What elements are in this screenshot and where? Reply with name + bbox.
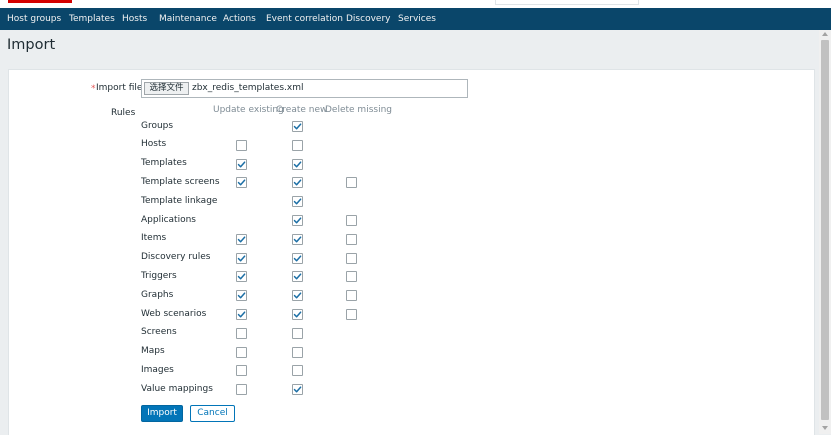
checkmark-icon bbox=[237, 179, 246, 186]
nav-item-discovery[interactable]: Discovery bbox=[346, 8, 390, 30]
checkbox-triggers-create-new[interactable] bbox=[292, 271, 303, 283]
import-form-panel bbox=[8, 69, 815, 435]
checkbox-items-update-existing[interactable] bbox=[236, 233, 247, 245]
rule-label-graphs: Graphs bbox=[141, 289, 174, 300]
selected-file-name: zbx_redis_templates.xml bbox=[192, 83, 304, 93]
checkbox-web-scenarios-delete-missing[interactable] bbox=[346, 309, 357, 320]
checkmark-icon bbox=[293, 123, 302, 130]
checkbox-templates-update-existing[interactable] bbox=[236, 158, 247, 170]
column-header-update-existing: Update existing bbox=[213, 105, 284, 115]
nav-item-services[interactable]: Services bbox=[398, 8, 436, 30]
checkbox-groups-create-new[interactable] bbox=[292, 121, 303, 132]
checkbox-template-screens-delete-missing[interactable] bbox=[346, 177, 357, 189]
checkmark-icon bbox=[293, 311, 302, 318]
checkmark-icon bbox=[237, 311, 246, 318]
zabbix-logo[interactable] bbox=[8, 0, 72, 3]
checkbox-graphs-update-existing[interactable] bbox=[236, 290, 247, 302]
nav-item-actions[interactable]: Actions bbox=[223, 8, 256, 30]
nav-item-host-groups[interactable]: Host groups bbox=[7, 8, 61, 30]
checkbox-items-create-new[interactable] bbox=[292, 233, 303, 245]
import-file-label: Import file bbox=[96, 83, 143, 93]
top-header bbox=[0, 0, 831, 8]
checkbox-triggers-delete-missing[interactable] bbox=[346, 271, 357, 283]
column-header-create-new: Create new bbox=[276, 105, 328, 115]
rule-label-templates: Templates bbox=[141, 158, 187, 169]
rule-label-groups: Groups bbox=[141, 120, 174, 131]
checkbox-graphs-delete-missing[interactable] bbox=[346, 290, 357, 302]
rule-label-template-screens: Template screens bbox=[141, 176, 220, 187]
checkbox-web-scenarios-update-existing[interactable] bbox=[236, 309, 247, 320]
checkbox-template-screens-create-new[interactable] bbox=[292, 177, 303, 189]
rule-label-maps: Maps bbox=[141, 346, 165, 357]
checkmark-icon bbox=[237, 255, 246, 262]
checkbox-items-delete-missing[interactable] bbox=[346, 233, 357, 245]
rules-label: Rules bbox=[111, 108, 136, 118]
checkbox-maps-create-new[interactable] bbox=[292, 346, 303, 358]
checkmark-icon bbox=[293, 198, 302, 205]
nav-item-event-correlation[interactable]: Event correlation bbox=[266, 8, 343, 30]
scrollbar-thumb[interactable] bbox=[821, 40, 829, 420]
checkmark-icon bbox=[293, 161, 302, 168]
checkbox-maps-update-existing[interactable] bbox=[236, 346, 247, 358]
rule-label-hosts: Hosts bbox=[141, 139, 167, 150]
checkbox-value-mappings-update-existing[interactable] bbox=[236, 384, 247, 396]
checkmark-icon bbox=[293, 236, 302, 243]
page-scrollbar[interactable] bbox=[819, 30, 831, 434]
checkmark-icon bbox=[293, 386, 302, 393]
rule-label-images: Images bbox=[141, 364, 174, 375]
checkbox-template-screens-update-existing[interactable] bbox=[236, 177, 247, 189]
checkbox-hosts-create-new[interactable] bbox=[292, 139, 303, 151]
nav-item-templates[interactable]: Templates bbox=[69, 8, 115, 30]
rule-label-items: Items bbox=[141, 233, 167, 244]
import-file-input[interactable]: 选择文件 zbx_redis_templates.xml bbox=[141, 79, 468, 98]
global-search-input[interactable] bbox=[495, 0, 639, 5]
import-button[interactable]: Import bbox=[141, 405, 183, 422]
checkbox-applications-create-new[interactable] bbox=[292, 215, 303, 226]
rule-label-screens: Screens bbox=[141, 327, 177, 338]
nav-item-hosts[interactable]: Hosts bbox=[122, 8, 147, 30]
checkbox-triggers-update-existing[interactable] bbox=[236, 271, 247, 283]
main-navigation: Host groups Templates Hosts Maintenance … bbox=[0, 8, 831, 30]
cancel-button[interactable]: Cancel bbox=[190, 405, 235, 422]
checkmark-icon bbox=[293, 179, 302, 186]
rule-label-triggers: Triggers bbox=[141, 270, 177, 281]
rule-label-discovery-rules: Discovery rules bbox=[141, 252, 211, 263]
checkbox-value-mappings-create-new[interactable] bbox=[292, 384, 303, 396]
checkmark-icon bbox=[237, 292, 246, 299]
checkbox-screens-update-existing[interactable] bbox=[236, 327, 247, 339]
rule-label-value-mappings: Value mappings bbox=[141, 383, 213, 394]
checkbox-images-update-existing[interactable] bbox=[236, 365, 247, 377]
nav-item-maintenance[interactable]: Maintenance bbox=[159, 8, 217, 30]
checkmark-icon bbox=[293, 273, 302, 280]
checkbox-graphs-create-new[interactable] bbox=[292, 290, 303, 302]
required-marker: * bbox=[91, 84, 96, 94]
checkbox-hosts-update-existing[interactable] bbox=[236, 139, 247, 151]
checkbox-web-scenarios-create-new[interactable] bbox=[292, 309, 303, 320]
checkmark-icon bbox=[237, 161, 246, 168]
checkbox-discovery-rules-delete-missing[interactable] bbox=[346, 252, 357, 264]
checkbox-images-create-new[interactable] bbox=[292, 365, 303, 377]
checkmark-icon bbox=[293, 255, 302, 262]
checkbox-screens-create-new[interactable] bbox=[292, 327, 303, 339]
checkbox-template-linkage-create-new[interactable] bbox=[292, 196, 303, 208]
column-header-delete-missing: Delete missing bbox=[325, 105, 392, 115]
checkmark-icon bbox=[237, 236, 246, 243]
checkmark-icon bbox=[293, 292, 302, 299]
checkbox-applications-delete-missing[interactable] bbox=[346, 215, 357, 226]
page-title: Import bbox=[7, 37, 56, 53]
rule-label-template-linkage: Template linkage bbox=[141, 195, 218, 206]
choose-file-button[interactable]: 选择文件 bbox=[144, 82, 189, 95]
checkbox-templates-create-new[interactable] bbox=[292, 158, 303, 170]
checkbox-discovery-rules-create-new[interactable] bbox=[292, 252, 303, 264]
checkbox-discovery-rules-update-existing[interactable] bbox=[236, 252, 247, 264]
scroll-down-arrow-icon[interactable] bbox=[822, 426, 828, 430]
rule-label-web-scenarios: Web scenarios bbox=[141, 308, 207, 319]
scroll-up-arrow-icon[interactable] bbox=[822, 32, 828, 36]
checkmark-icon bbox=[237, 273, 246, 280]
checkmark-icon bbox=[293, 217, 302, 224]
rule-label-applications: Applications bbox=[141, 214, 196, 225]
